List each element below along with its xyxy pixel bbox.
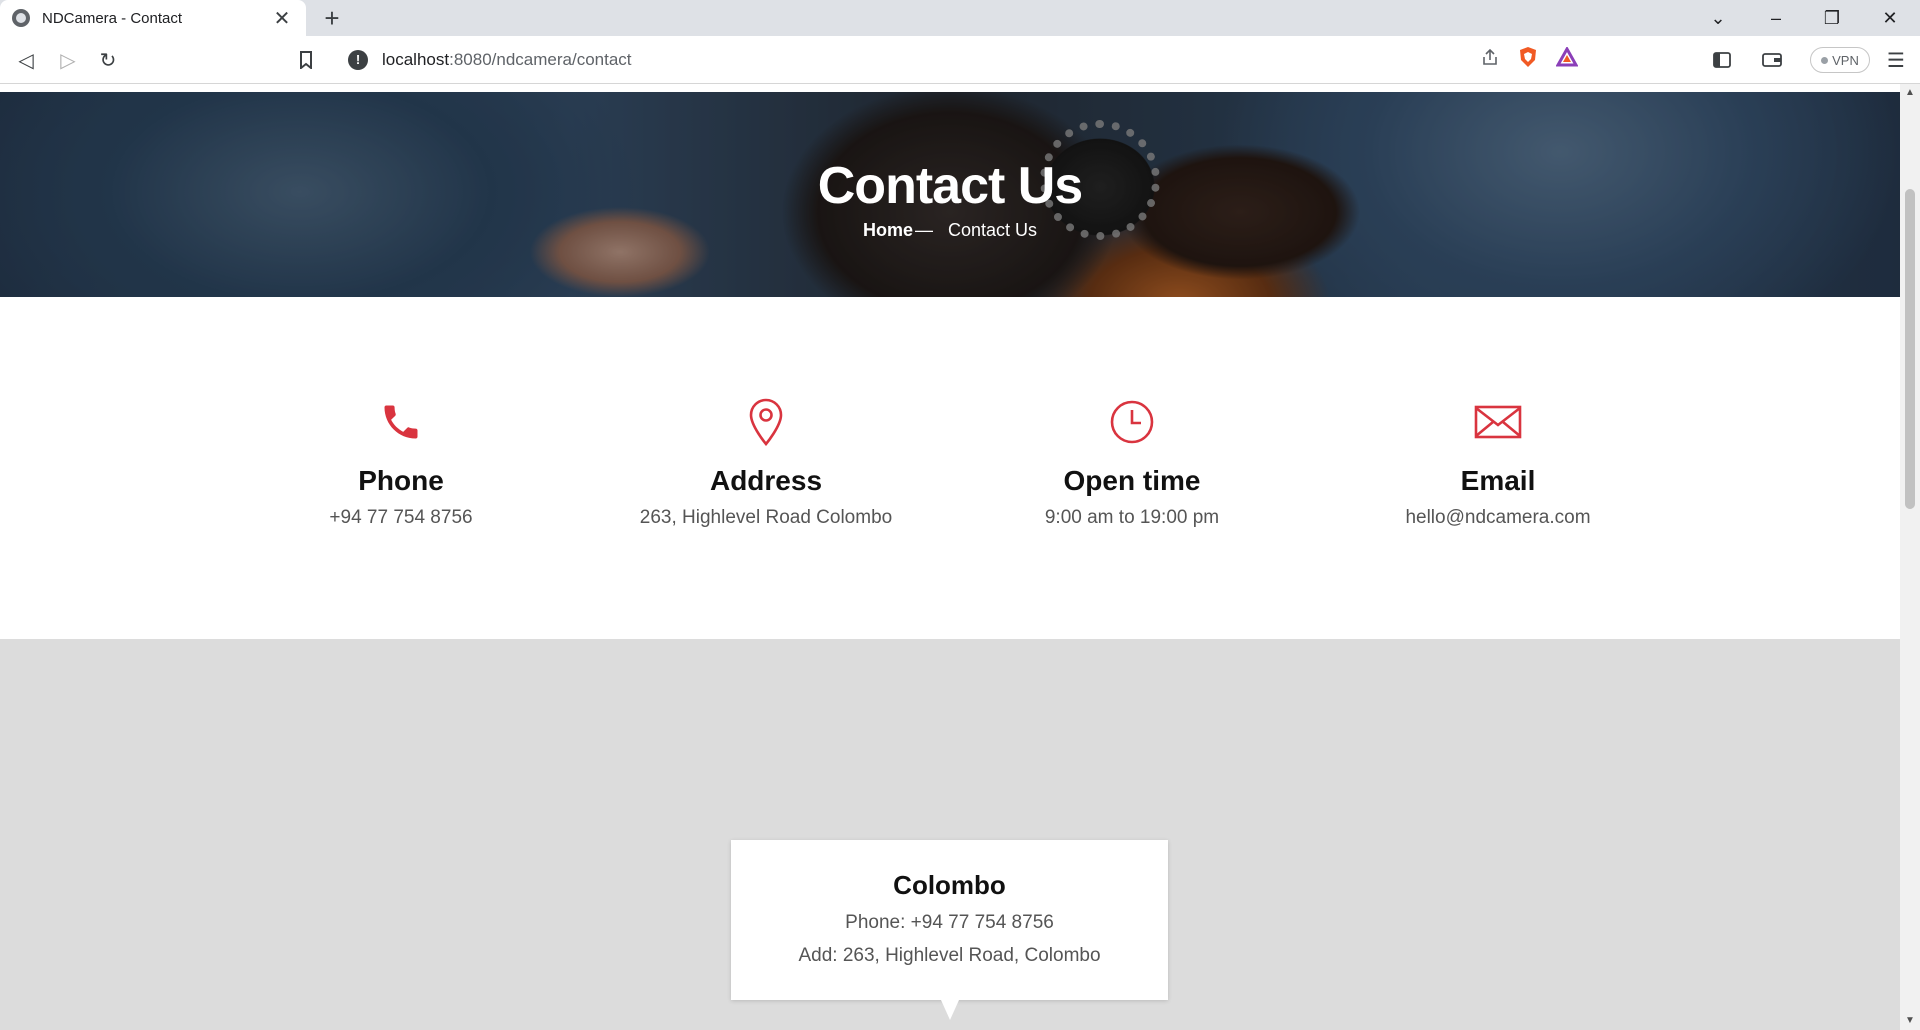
url-host: localhost [382, 50, 450, 69]
popup-phone: Phone: +94 77 754 8756 [845, 912, 1054, 933]
tab-bar: NDCamera - Contact ✕ + ⌄ – ❐ ✕ [0, 0, 1920, 36]
breadcrumb: Home — Contact Us [0, 220, 1900, 241]
popup-address: Add: 263, Highlevel Road, Colombo [798, 945, 1101, 966]
restore-button[interactable]: ❐ [1804, 0, 1860, 36]
popup-pointer [941, 1000, 959, 1020]
mail-icon [1473, 397, 1523, 447]
brave-shield-icon[interactable] [1518, 46, 1538, 73]
scrollbar-thumb[interactable] [1905, 189, 1915, 509]
vpn-status-icon [1821, 56, 1829, 64]
contact-value: 263, Highlevel Road Colombo [639, 507, 893, 528]
breadcrumb-current: Contact Us [947, 220, 1038, 240]
new-tab-button[interactable]: + [318, 4, 346, 32]
contact-heading: Phone [358, 465, 444, 496]
contact-value: hello@ndcamera.com [1405, 507, 1591, 528]
contact-heading: Email [1460, 465, 1536, 496]
minimize-button[interactable]: – [1748, 0, 1804, 36]
share-icon[interactable] [1480, 47, 1500, 72]
wallet-icon[interactable] [1756, 44, 1788, 76]
contact-heading: Open time [1063, 465, 1201, 496]
contact-value: +94 77 754 8756 [329, 507, 473, 528]
browser-toolbar: ◁ ▷ ↻ ! localhost :8080/ndcamera/contact [0, 36, 1920, 84]
vpn-button[interactable]: VPN [1810, 47, 1870, 73]
scroll-up-icon[interactable]: ▲ [1900, 84, 1920, 102]
popup-title: Colombo [893, 870, 1006, 900]
browser-tab[interactable]: NDCamera - Contact ✕ [0, 0, 306, 36]
close-tab-icon[interactable]: ✕ [270, 6, 294, 31]
hero-banner: Contact Us Home — Contact Us [0, 92, 1900, 297]
scroll-down-icon[interactable]: ▼ [1900, 1012, 1920, 1030]
bookmark-icon[interactable] [290, 44, 322, 76]
menu-icon[interactable]: ☰ [1880, 44, 1912, 76]
close-window-button[interactable]: ✕ [1862, 0, 1918, 36]
phone-icon [376, 397, 426, 447]
map[interactable]: Colombo Phone: +94 77 754 8756 Add: 263,… [0, 639, 1900, 1030]
url-path: :8080/ndcamera/contact [449, 50, 632, 69]
forward-button[interactable]: ▷ [52, 44, 84, 76]
contact-info-section: Phone +94 77 754 8756 Address 263, Highl… [0, 297, 1900, 639]
sidebar-icon[interactable] [1706, 44, 1738, 76]
page-viewport: Contact Us Home — Contact Us Phone +94 77… [0, 84, 1900, 1030]
breadcrumb-home-link[interactable]: Home [863, 220, 913, 240]
vpn-label: VPN [1832, 52, 1859, 68]
back-button[interactable]: ◁ [10, 44, 42, 76]
page-title: Contact Us [817, 157, 1083, 215]
map-pin-icon [741, 397, 791, 447]
address-bar[interactable]: ! localhost :8080/ndcamera/contact [334, 42, 1586, 78]
map-info-popup: Colombo Phone: +94 77 754 8756 Add: 263,… [731, 840, 1168, 1020]
breadcrumb-separator: — [914, 220, 933, 240]
tab-search-icon[interactable]: ⌄ [1690, 0, 1746, 36]
reload-button[interactable]: ↻ [92, 44, 124, 76]
contact-heading: Address [709, 465, 823, 496]
clock-icon [1107, 397, 1157, 447]
contact-value: 9:00 am to 19:00 pm [1044, 507, 1220, 528]
globe-icon [12, 9, 30, 27]
site-info-icon[interactable]: ! [348, 50, 368, 70]
page-scrollbar[interactable]: ▲ ▼ [1900, 84, 1920, 1030]
tab-title: NDCamera - Contact [42, 9, 183, 27]
brave-rewards-icon[interactable] [1555, 45, 1579, 72]
browser-chrome: NDCamera - Contact ✕ + ⌄ – ❐ ✕ ◁ ▷ ↻ ! l… [0, 0, 1920, 84]
